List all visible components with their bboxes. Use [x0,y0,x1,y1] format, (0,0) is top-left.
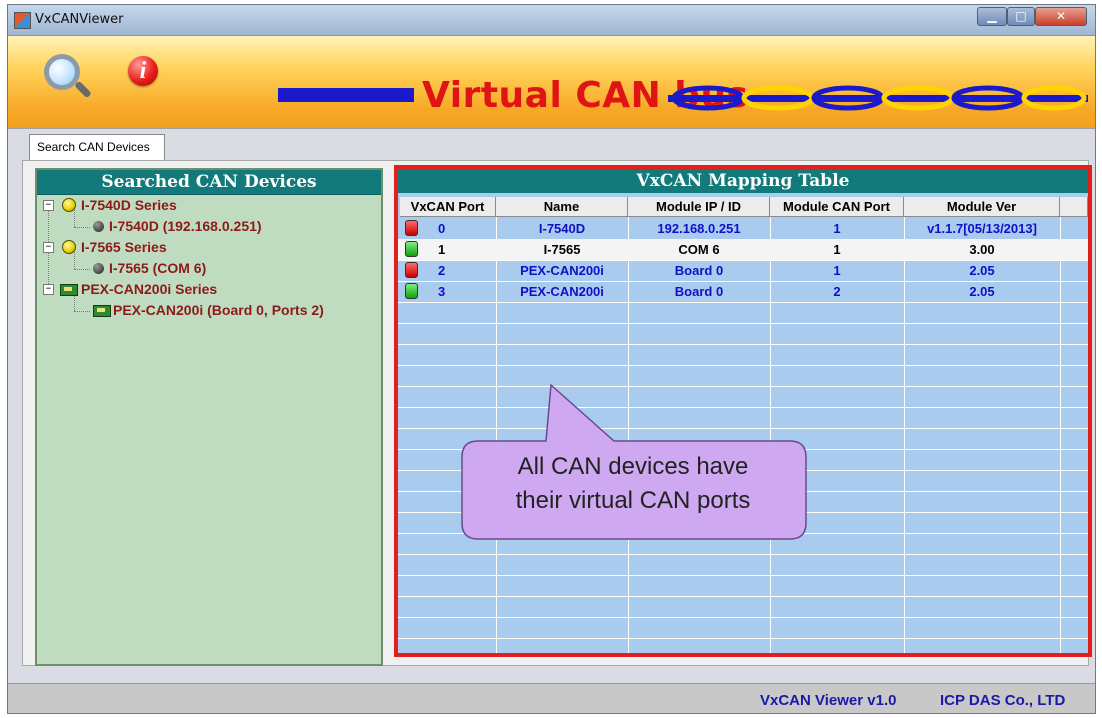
callout-line-1: All CAN devices have [517,453,749,480]
tree-node-i7540d-device[interactable]: I-7540D (192.168.0.251) [109,217,262,235]
cell-ip: COM 6 [678,242,720,257]
series-icon [62,240,76,254]
tree-connector [74,227,90,228]
grid-row-line [398,638,1088,639]
close-icon: ✕ [1055,9,1067,23]
minimize-icon: ▁ [987,9,997,23]
maximize-icon: □ [1015,9,1027,23]
col-name[interactable]: Name [496,197,628,217]
tab-search-can-devices[interactable]: Search CAN Devices [29,134,165,160]
tree-node-i7565-series[interactable]: I-7565 Series [81,238,167,256]
tree-header: Searched CAN Devices [37,170,381,195]
tree-connector [74,311,90,312]
tree-node-i7565-device[interactable]: I-7565 (COM 6) [109,259,206,277]
tab-label: Search CAN Devices [37,140,150,154]
grid-row-line [398,344,1088,345]
cell-ver: 2.05 [969,284,995,299]
card-device-icon [93,305,111,317]
cell-can-port: 1 [833,221,841,236]
cell-name: PEX-CAN200i [520,263,604,278]
cell-name: I-7565 [543,242,581,257]
info-icon[interactable]: i [128,56,158,86]
cell-can-port: 2 [833,284,841,299]
tree-node-pex-can200i-series[interactable]: PEX-CAN200i Series [81,280,217,298]
collapse-toggle[interactable]: − [43,200,54,211]
col-vxcan-port[interactable]: VxCAN Port [400,197,496,217]
cell-ip: 192.168.0.251 [657,221,741,236]
callout-line-2: their virtual CAN ports [515,487,751,514]
cell-ver: 2.05 [969,263,995,278]
cell-name: PEX-CAN200i [520,284,604,299]
cell-port: 3 [438,284,446,299]
cell-name: I-7540D [538,221,586,236]
banner: i Virtual CAN bus [8,36,1095,129]
table-row[interactable]: 3 PEX-CAN200i Board 0 2 2.05 [398,281,1088,302]
table-row[interactable]: 1 I-7565 COM 6 1 3.00 [398,239,1088,260]
series-icon [62,198,76,212]
tree-node-i7540d-series[interactable]: I-7540D Series [81,196,177,214]
minimize-button[interactable]: ▁ [977,7,1007,26]
callout-text: All CAN devices have their virtual CAN p… [478,450,788,518]
cell-can-port: 1 [833,263,841,278]
tree-connector [74,250,75,269]
col-module-ver[interactable]: Module Ver [904,197,1060,217]
grid-row-line [398,575,1088,576]
status-company: ICP DAS Co., LTD [940,692,1066,709]
cell-port: 2 [438,263,446,278]
table-row[interactable]: 0 I-7540D 192.168.0.251 1 v1.1.7[05/13/2… [398,218,1088,239]
cell-port: 1 [438,242,446,257]
magnifier-handle [74,80,92,99]
grid-row-line [398,302,1088,303]
app-window: VxCANViewer ▁ □ ✕ i Virtual CAN bus Sear… [7,4,1096,714]
status-version: VxCAN Viewer v1.0 [760,692,897,709]
table-row[interactable]: 2 PEX-CAN200i Board 0 1 2.05 [398,260,1088,281]
grid-row-line [398,617,1088,618]
maximize-button[interactable]: □ [1007,7,1035,26]
cell-can-port: 1 [833,242,841,257]
device-icon [93,221,104,232]
tree-connector [74,210,75,227]
device-icon [93,263,104,274]
cell-ver: 3.00 [969,242,995,257]
collapse-toggle[interactable]: − [43,242,54,253]
banner-blue-bar [278,88,414,102]
can-bus-cable-graphic [668,85,1088,111]
collapse-toggle[interactable]: − [43,284,54,295]
cell-ip: Board 0 [674,263,724,278]
close-button[interactable]: ✕ [1035,7,1087,26]
col-filler [1060,197,1088,217]
grid-row-line [398,596,1088,597]
col-module-can-port[interactable]: Module CAN Port [770,197,904,217]
status-bar: VxCAN Viewer v1.0 ICP DAS Co., LTD [8,683,1095,713]
cell-port: 0 [438,221,446,236]
cell-ip: Board 0 [674,284,724,299]
tree-connector [74,269,90,270]
app-icon [14,12,31,29]
tree-node-pex-can200i-device[interactable]: PEX-CAN200i (Board 0, Ports 2) [113,301,324,319]
grid-row-line [398,554,1088,555]
device-tree[interactable]: Searched CAN Devices − I-7540D Series I-… [35,168,383,666]
title-bar[interactable]: VxCANViewer ▁ □ ✕ [8,5,1095,36]
grid-row-line [398,323,1088,324]
window-title: VxCANViewer [35,12,124,27]
cell-ver: v1.1.7[05/13/2013] [927,221,1037,236]
mapping-table-header: VxCAN Mapping Table [398,169,1088,193]
col-module-ip-id[interactable]: Module IP / ID [628,197,770,217]
card-series-icon [60,284,78,296]
grid-row-line [398,365,1088,366]
